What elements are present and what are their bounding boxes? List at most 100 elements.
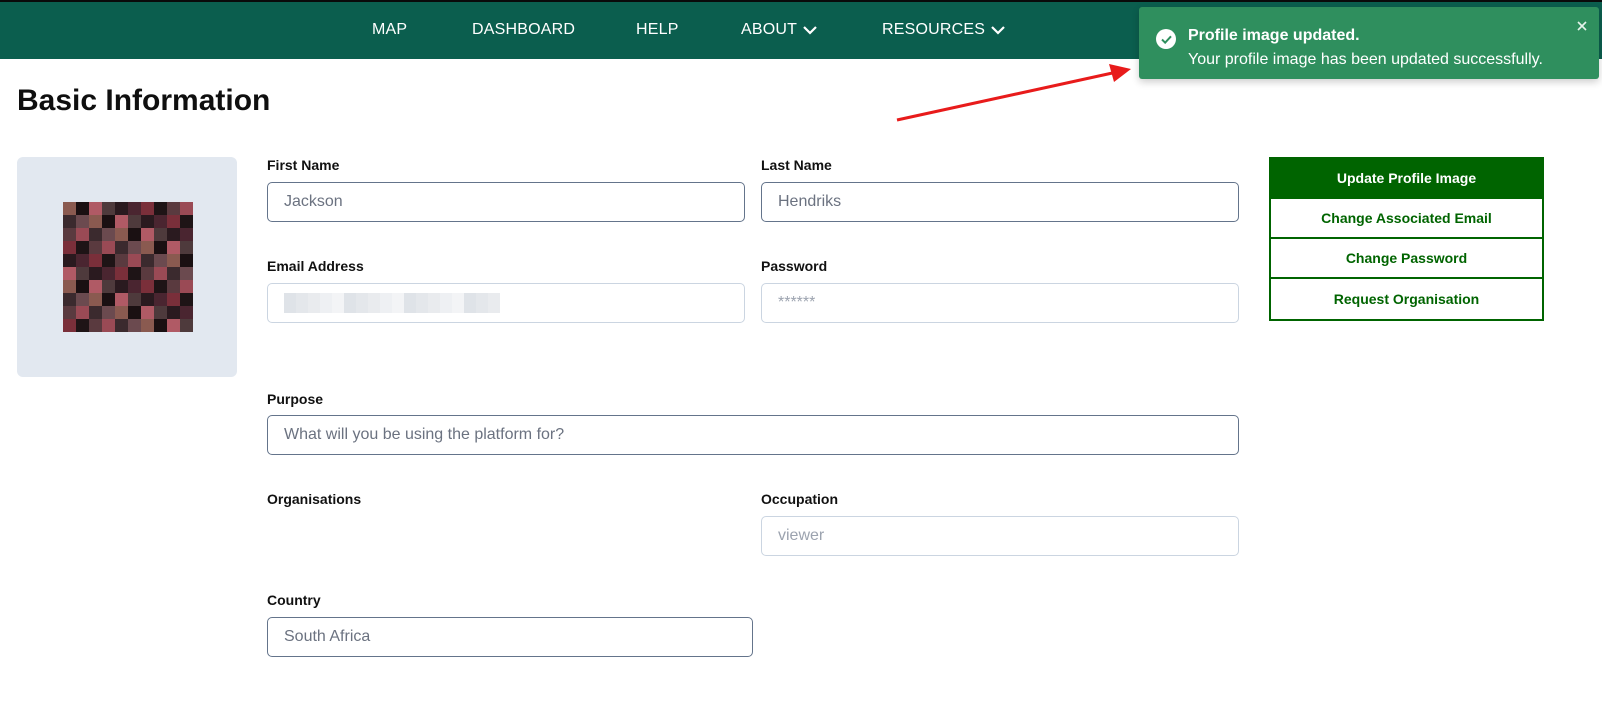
avatar-pixel — [128, 280, 141, 293]
avatar-pixel — [154, 293, 167, 306]
avatar-pixel — [102, 267, 115, 280]
avatar-pixel — [141, 202, 154, 215]
avatar-pixel — [63, 293, 76, 306]
change-email-button[interactable]: Change Associated Email — [1271, 199, 1542, 239]
first-name-value: Jackson — [284, 193, 343, 210]
avatar-pixel — [115, 228, 128, 241]
organisations-label: Organisations — [267, 491, 362, 507]
avatar-pixel — [89, 241, 102, 254]
password-field[interactable]: ****** — [761, 283, 1239, 323]
avatar-pixel — [115, 254, 128, 267]
avatar-pixel — [154, 254, 167, 267]
avatar-pixel — [154, 202, 167, 215]
chevron-down-icon — [991, 26, 1005, 35]
avatar-pixel — [141, 228, 154, 241]
avatar-pixel — [76, 228, 89, 241]
occupation-field[interactable]: viewer — [761, 516, 1239, 556]
nav-item-label: MAP — [372, 21, 408, 38]
nav-item-map[interactable]: MAP — [372, 21, 407, 39]
first-name-field[interactable]: Jackson — [267, 182, 745, 222]
update-profile-image-button[interactable]: Update Profile Image — [1271, 159, 1542, 199]
redaction-block — [344, 293, 356, 313]
avatar-pixel — [89, 280, 102, 293]
avatar-pixel — [89, 215, 102, 228]
avatar-pixel — [63, 241, 76, 254]
avatar-pixel — [102, 215, 115, 228]
chevron-down-icon — [803, 26, 817, 35]
avatar-pixel — [167, 280, 180, 293]
avatar-pixel — [63, 306, 76, 319]
avatar-pixel — [76, 319, 89, 332]
nav-item-dashboard[interactable]: DASHBOARD — [472, 21, 575, 39]
avatar-pixel — [141, 267, 154, 280]
avatar-pixel — [180, 215, 193, 228]
nav-item-about[interactable]: ABOUT — [741, 21, 817, 39]
avatar-pixel — [167, 267, 180, 280]
avatar-pixel — [102, 293, 115, 306]
avatar-pixel — [76, 280, 89, 293]
email-field[interactable] — [267, 283, 745, 323]
avatar-pixel — [89, 293, 102, 306]
redaction-block — [320, 293, 332, 313]
avatar-pixel — [89, 306, 102, 319]
redaction-block — [332, 293, 344, 313]
avatar-pixel — [141, 241, 154, 254]
password-placeholder: ****** — [778, 294, 816, 311]
avatar-pixel — [63, 267, 76, 280]
avatar-pixel — [76, 293, 89, 306]
check-circle-icon — [1156, 29, 1176, 49]
avatar-pixel — [180, 319, 193, 332]
redaction-block — [356, 293, 368, 313]
avatar-pixel — [128, 215, 141, 228]
country-field[interactable]: South Africa — [267, 617, 753, 657]
avatar-pixel — [102, 254, 115, 267]
profile-image-container — [17, 157, 237, 377]
avatar-pixel — [76, 215, 89, 228]
redaction-block — [368, 293, 380, 313]
avatar-pixel — [115, 280, 128, 293]
avatar-pixel — [141, 280, 154, 293]
redaction-block — [464, 293, 476, 313]
request-organisation-button[interactable]: Request Organisation — [1271, 279, 1542, 319]
avatar-pixel — [154, 267, 167, 280]
avatar-pixel — [154, 319, 167, 332]
avatar-pixel — [167, 293, 180, 306]
avatar-pixel — [128, 306, 141, 319]
avatar-pixel — [167, 202, 180, 215]
nav-item-label: ABOUT — [741, 21, 798, 38]
nav-item-resources[interactable]: RESOURCES — [882, 21, 1005, 39]
password-label: Password — [761, 258, 828, 274]
avatar-pixel — [89, 267, 102, 280]
toast-message: Your profile image has been updated succ… — [1188, 51, 1543, 68]
redaction-block — [308, 293, 320, 313]
avatar-pixel — [167, 228, 180, 241]
last-name-value: Hendriks — [778, 193, 842, 210]
change-password-button[interactable]: Change Password — [1271, 239, 1542, 279]
avatar-pixel — [128, 293, 141, 306]
avatar-pixel — [89, 202, 102, 215]
avatar-pixel — [180, 241, 193, 254]
purpose-field[interactable]: What will you be using the platform for? — [267, 415, 1239, 455]
redaction-block — [284, 293, 296, 313]
avatar-pixel — [102, 228, 115, 241]
avatar-pixel — [115, 306, 128, 319]
close-icon[interactable] — [1575, 19, 1589, 33]
country-label: Country — [267, 592, 321, 608]
avatar-pixel — [180, 202, 193, 215]
email-redacted-value — [284, 293, 500, 313]
page-title: Basic Information — [17, 84, 271, 117]
success-toast: Profile image updated. Your profile imag… — [1139, 7, 1599, 79]
redaction-block — [428, 293, 440, 313]
redaction-block — [476, 293, 488, 313]
avatar-pixel — [76, 202, 89, 215]
nav-item-help[interactable]: HELP — [636, 21, 679, 39]
avatar-pixel — [115, 319, 128, 332]
redaction-block — [452, 293, 464, 313]
avatar-pixel — [128, 319, 141, 332]
last-name-field[interactable]: Hendriks — [761, 182, 1239, 222]
redaction-block — [488, 293, 500, 313]
country-value: South Africa — [284, 628, 371, 645]
redaction-block — [416, 293, 428, 313]
avatar-pixel — [154, 306, 167, 319]
avatar-pixel — [154, 215, 167, 228]
